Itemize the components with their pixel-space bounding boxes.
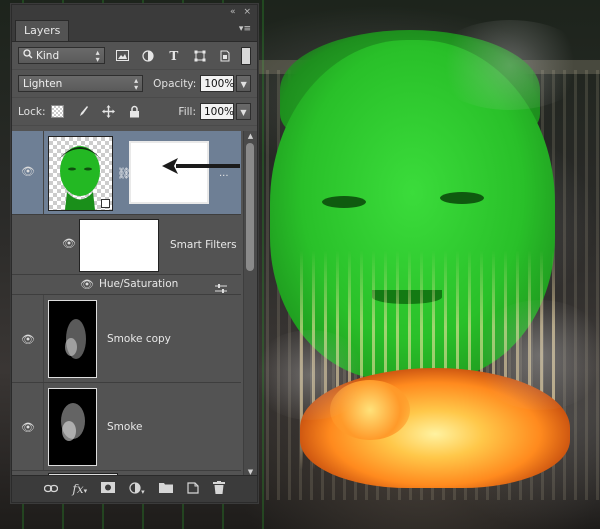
layers-scrollbar[interactable]: ▲ ▼ bbox=[243, 131, 257, 477]
visibility-column bbox=[12, 215, 43, 274]
smart-object-filter-icon[interactable] bbox=[217, 48, 233, 64]
layer-row-hue-saturation[interactable]: 👁 Hue/Saturation bbox=[12, 275, 241, 295]
eye-visibility-icon[interactable]: 👁 bbox=[21, 422, 35, 433]
layers-panel: « × Layers ▾≡ Kind ▴ ▾ T Lighten ▴ ▾ Opa… bbox=[11, 4, 258, 503]
lock-label: Lock: bbox=[18, 105, 46, 118]
visibility-column: 👁 bbox=[12, 383, 44, 470]
lock-all-icon[interactable] bbox=[126, 104, 142, 120]
right-eye bbox=[440, 192, 484, 204]
smoke-cloud bbox=[250, 330, 370, 420]
eye-visibility-icon[interactable]: 👁 bbox=[62, 238, 76, 249]
delete-layer-icon[interactable] bbox=[212, 481, 225, 497]
eye-visibility-icon[interactable]: 👁 bbox=[21, 166, 35, 177]
filter-toggle-icon[interactable] bbox=[241, 46, 251, 65]
blend-row: Lighten ▴ ▾ Opacity: 100% ▼ bbox=[12, 70, 257, 98]
layer-thumbnail[interactable] bbox=[48, 300, 97, 378]
lock-position-icon[interactable] bbox=[100, 104, 116, 120]
tab-layers[interactable]: Layers bbox=[15, 20, 70, 41]
opacity-slider-button[interactable]: ▼ bbox=[236, 75, 251, 92]
visibility-column: 👁 bbox=[12, 295, 44, 382]
filter-name[interactable]: Hue/Saturation bbox=[99, 278, 178, 290]
lock-transparent-icon[interactable] bbox=[51, 105, 65, 118]
layer-name[interactable]: Smoke bbox=[107, 421, 142, 433]
panel-title-bar: « × bbox=[12, 5, 257, 19]
image-filter-icon[interactable] bbox=[115, 48, 131, 64]
panel-tab-bar: Layers ▾≡ bbox=[12, 19, 257, 42]
smoke-thumbnail-image bbox=[65, 319, 86, 359]
smart-filters-mask-thumbnail[interactable] bbox=[79, 219, 159, 272]
eye-visibility-icon[interactable]: 👁 bbox=[21, 334, 35, 345]
scroll-up-icon[interactable]: ▲ bbox=[244, 131, 257, 141]
link-layers-icon[interactable] bbox=[44, 482, 59, 496]
filter-kind-label: Kind bbox=[36, 49, 60, 62]
blending-options-icon[interactable] bbox=[215, 279, 227, 293]
chevron-updown-icon: ▴ ▾ bbox=[134, 75, 139, 92]
search-icon bbox=[23, 49, 33, 62]
link-mask-icon[interactable]: ⛓ bbox=[117, 167, 131, 181]
new-group-icon[interactable] bbox=[158, 482, 173, 496]
filter-kind-select[interactable]: Kind ▴ ▾ bbox=[18, 47, 105, 64]
chevron-updown-icon: ▴ ▾ bbox=[95, 47, 100, 64]
fx-icon[interactable]: fx▾ bbox=[72, 482, 87, 496]
adjustment-layer-icon[interactable]: ▾ bbox=[129, 481, 145, 497]
smoke-cloud bbox=[430, 20, 590, 110]
opacity-label: Opacity: bbox=[153, 77, 197, 90]
filter-row: Kind ▴ ▾ T bbox=[12, 42, 257, 70]
fill-input[interactable]: 100% bbox=[200, 103, 234, 120]
blend-mode-select[interactable]: Lighten ▴ ▾ bbox=[18, 75, 144, 92]
smoke-thumbnail-image bbox=[61, 403, 85, 441]
panel-menu-icon[interactable]: ▾≡ bbox=[237, 24, 251, 34]
adjustment-filter-icon[interactable] bbox=[140, 48, 156, 64]
shape-filter-icon[interactable] bbox=[192, 48, 208, 64]
layers-list: 👁 ⛓ ··· 👁 Smart Filters 👁 Hue/Saturation… bbox=[12, 131, 241, 477]
scrollbar-thumb[interactable] bbox=[246, 143, 254, 271]
panel-footer: fx▾ ▾ bbox=[12, 475, 257, 502]
layer-row-smart-filters[interactable]: 👁 Smart Filters bbox=[12, 215, 241, 275]
fill-slider-button[interactable]: ▼ bbox=[236, 103, 251, 120]
layer-thumbnail[interactable] bbox=[48, 136, 113, 211]
smoke-cloud bbox=[470, 300, 600, 410]
annotation-arrow bbox=[162, 158, 240, 174]
layer-row-smoke-copy[interactable]: 👁 Smoke copy bbox=[12, 295, 241, 383]
layer-thumbnail[interactable] bbox=[48, 388, 97, 466]
blend-mode-label: Lighten bbox=[23, 77, 63, 90]
close-panel-icon[interactable]: × bbox=[243, 7, 251, 17]
eye-visibility-icon[interactable]: 👁 bbox=[80, 279, 94, 290]
lock-row: Lock: Fill: 100% ▼ bbox=[12, 98, 257, 126]
add-mask-icon[interactable] bbox=[101, 482, 116, 496]
smart-filters-label[interactable]: Smart Filters bbox=[170, 239, 237, 251]
layer-row-smoke[interactable]: 👁 Smoke bbox=[12, 383, 241, 471]
visibility-column: 👁 bbox=[12, 131, 44, 214]
fill-label: Fill: bbox=[178, 105, 196, 118]
opacity-input[interactable]: 100% bbox=[200, 75, 234, 92]
collapse-panel-icon[interactable]: « bbox=[230, 7, 236, 17]
type-filter-icon[interactable]: T bbox=[166, 48, 182, 64]
layer-name[interactable]: Smoke copy bbox=[107, 333, 171, 345]
lock-image-icon[interactable] bbox=[74, 104, 90, 120]
smart-object-badge-icon bbox=[101, 199, 110, 208]
new-layer-icon[interactable] bbox=[187, 481, 199, 497]
left-eye bbox=[322, 196, 366, 208]
